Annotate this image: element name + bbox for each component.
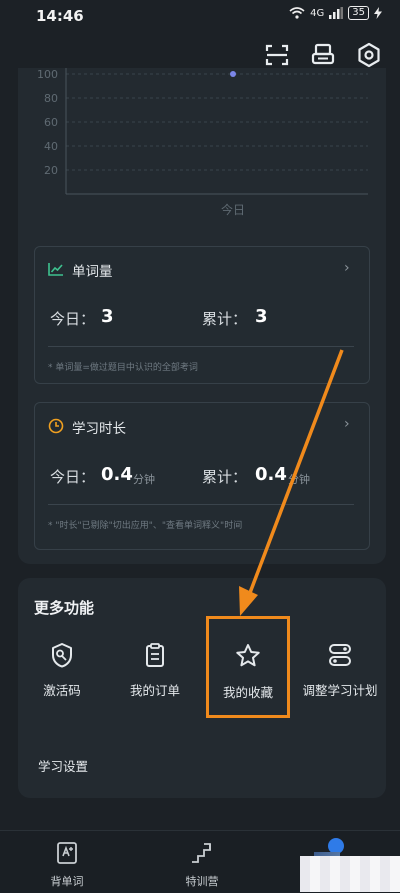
stairs-icon (192, 843, 211, 863)
arrow-annotation (239, 349, 344, 616)
status-icons: 4G 35 (289, 6, 382, 20)
word-total-value: 3 (255, 306, 268, 327)
adjust-plan-button[interactable]: 调整学习计划 (292, 642, 388, 699)
printer-icon[interactable] (310, 42, 336, 68)
my-orders-button[interactable]: 我的订单 (107, 642, 203, 699)
adjust-plan-label: 调整学习计划 (302, 683, 378, 698)
chevron-right-icon[interactable]: › (344, 260, 350, 276)
y-tick-label: 100 (37, 68, 58, 81)
charging-icon (374, 7, 382, 19)
nav-memorize-words[interactable]: 背单词 (32, 840, 102, 889)
study-settings-item[interactable]: 学习设置 (38, 756, 88, 775)
data-point[interactable] (230, 71, 236, 77)
wifi-icon (289, 7, 305, 19)
study-time-title: 学习时长 (72, 421, 126, 437)
signal-icon (329, 7, 344, 19)
my-orders-label: 我的订单 (129, 683, 180, 698)
trend-chart-icon (48, 263, 63, 276)
word-count-title: 单词量 (72, 264, 113, 280)
x-tick-label: 今日 (221, 202, 245, 217)
activation-code-icon (52, 643, 72, 668)
order-icon (146, 643, 164, 667)
battery-indicator: 35 (348, 6, 369, 20)
time-today-label: 今日： (50, 468, 96, 486)
nav-training-camp[interactable]: 特训营 (167, 840, 237, 889)
y-tick-label: 20 (44, 164, 58, 177)
word-count-note: * 单词量=做过题目中认识的全部考词 (48, 363, 198, 373)
clock-icon (48, 418, 64, 434)
status-time: 14:46 (36, 7, 84, 25)
activation-code-button[interactable]: 激活码 (14, 642, 110, 699)
word-total-label: 累计： (202, 310, 248, 328)
highlight-box (206, 616, 290, 718)
word-card-icon (57, 842, 77, 864)
word-today-value: 3 (101, 306, 114, 327)
settings-gear-icon[interactable] (356, 42, 382, 68)
y-tick-label: 80 (44, 92, 58, 105)
time-today-value: 0.4 (101, 464, 133, 485)
nav-training-camp-label: 特训营 (185, 875, 219, 888)
scan-icon[interactable] (264, 42, 290, 68)
daily-chart: 100 80 60 40 20 今日 (37, 68, 368, 217)
more-features-title: 更多功能 (34, 599, 95, 617)
network-type: 4G (310, 7, 325, 19)
y-tick-label: 40 (44, 140, 58, 153)
time-today-unit: 分钟 (133, 473, 155, 486)
nav-memorize-words-label: 背单词 (50, 875, 84, 888)
plan-icon (329, 644, 351, 666)
pixelated-overlay (300, 856, 400, 892)
activation-code-label: 激活码 (43, 683, 81, 698)
word-today-label: 今日： (50, 310, 96, 328)
y-tick-label: 60 (44, 116, 58, 129)
